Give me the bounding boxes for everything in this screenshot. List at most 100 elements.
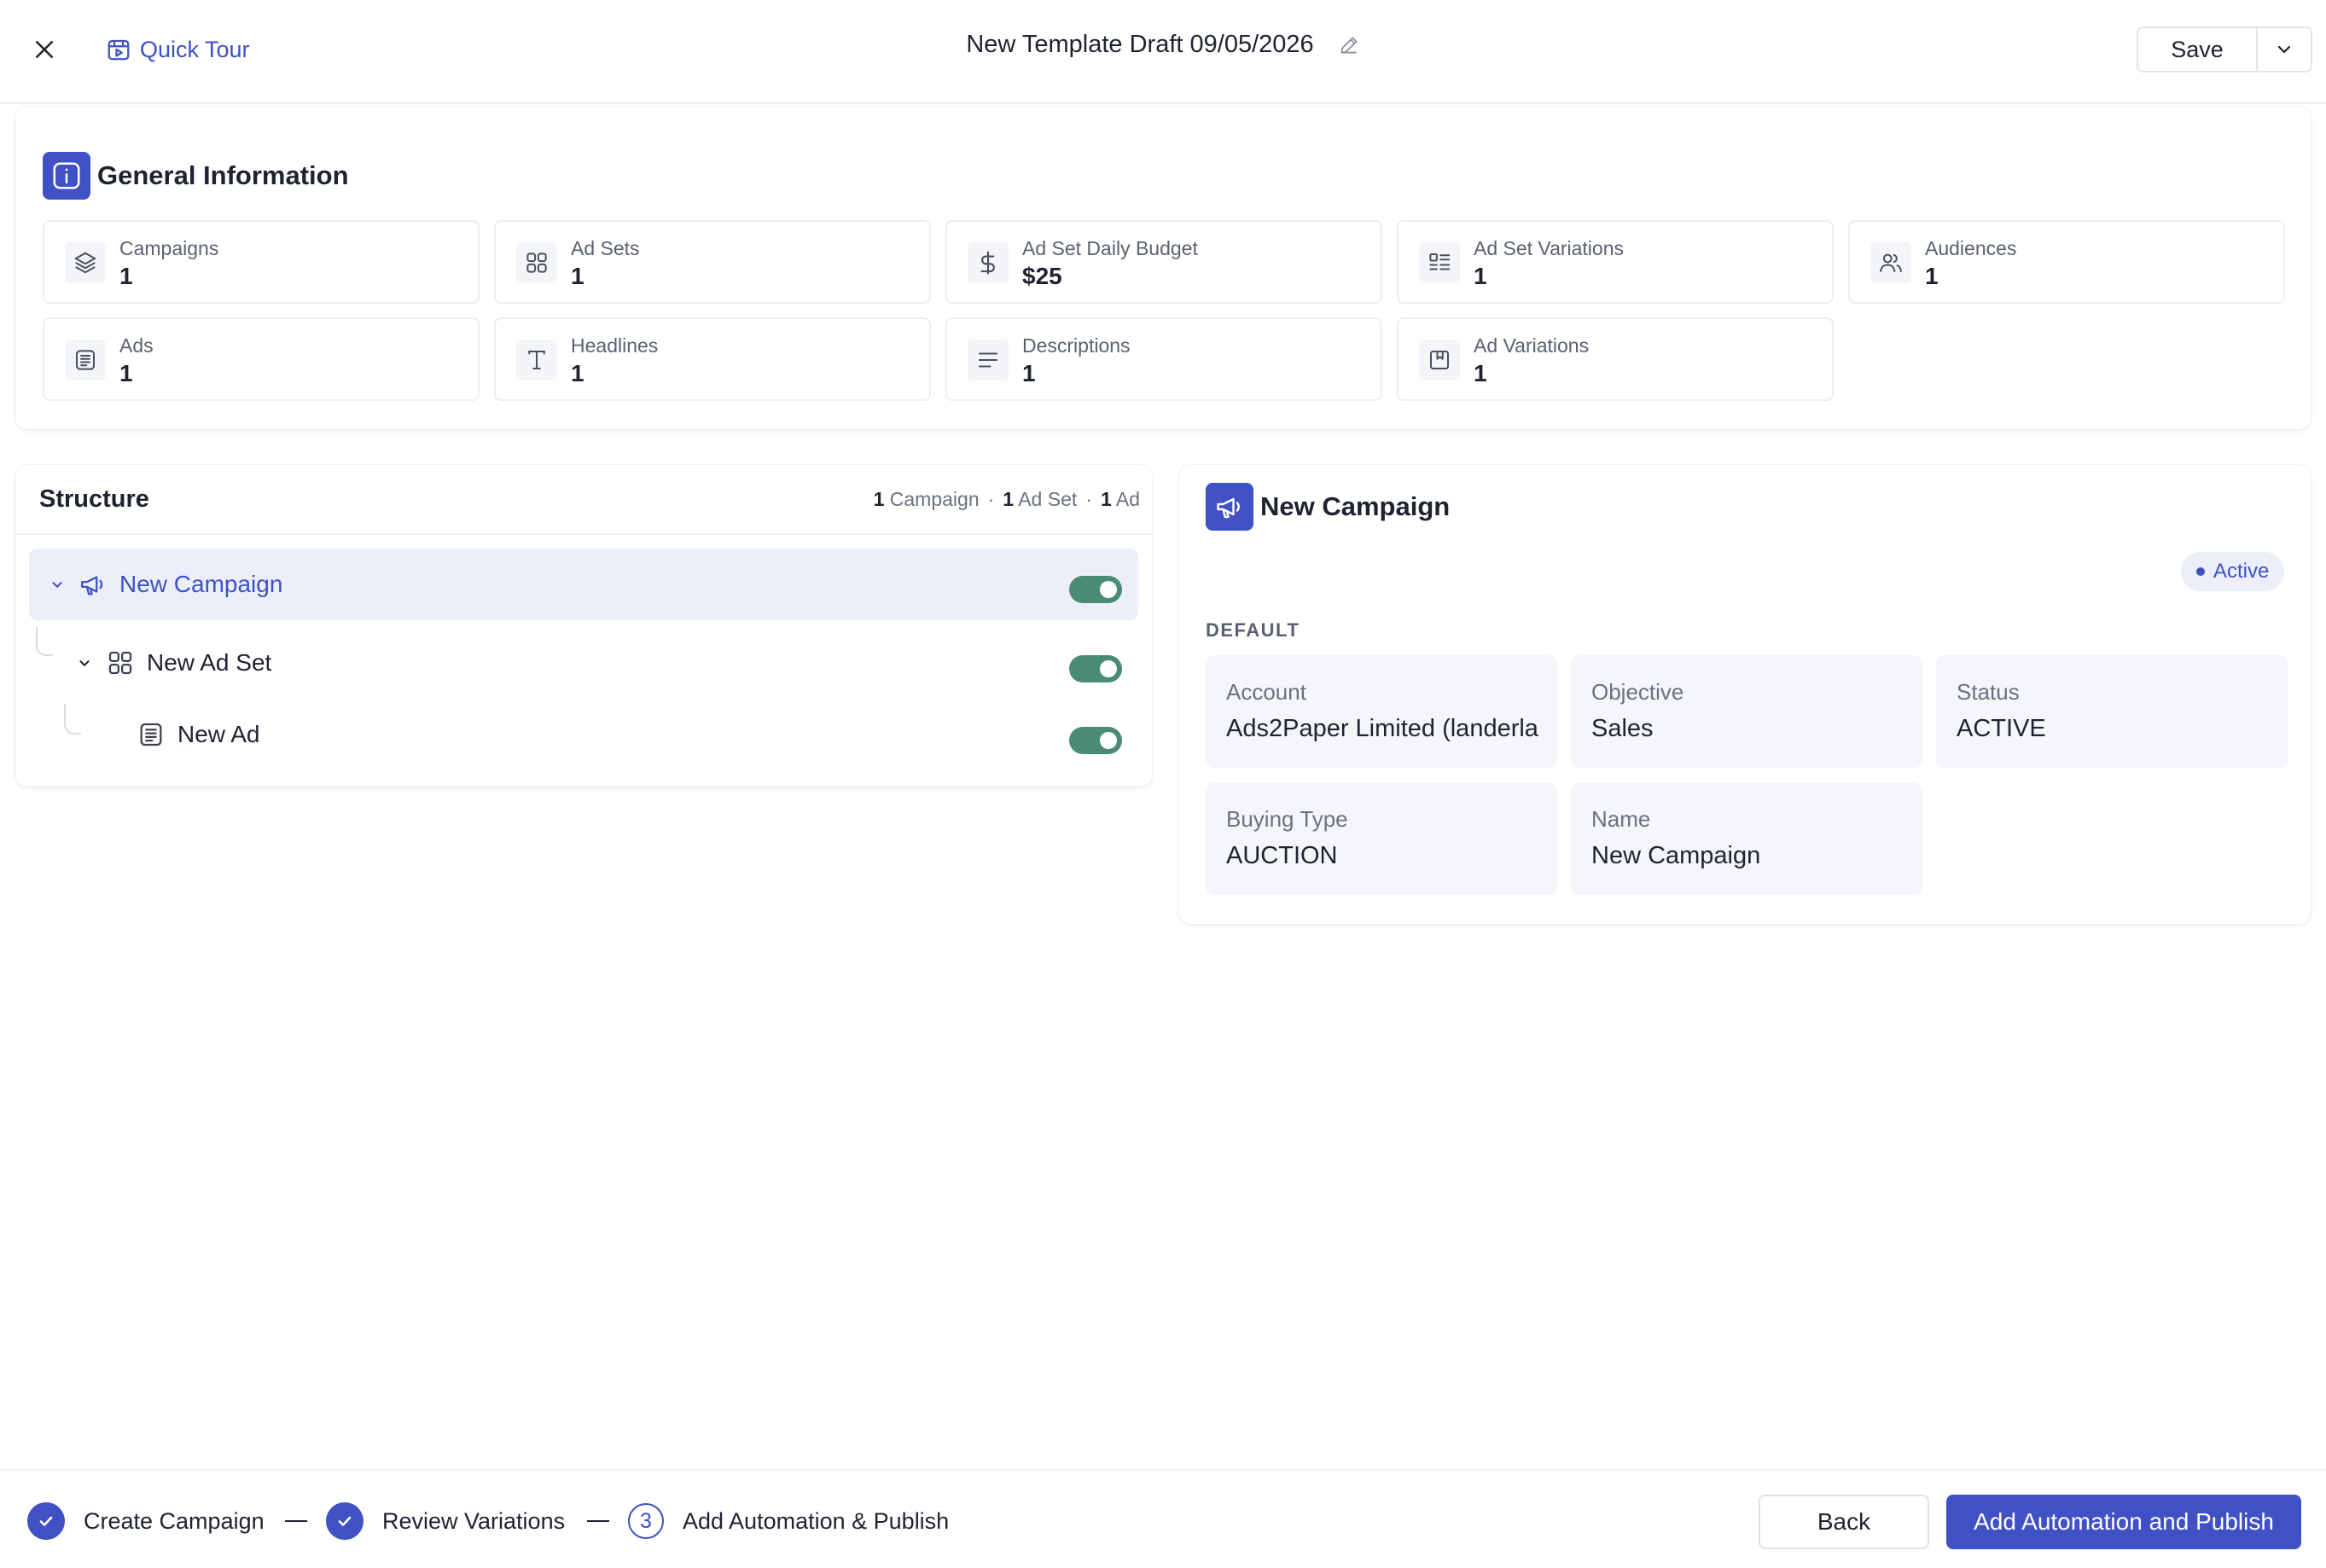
save-split-button: Save bbox=[2137, 26, 2312, 73]
campaign-tile bbox=[1206, 483, 1253, 531]
campaign-detail-header: New Campaign bbox=[1206, 483, 1450, 531]
field-value: Ads2Paper Limited (landerla bbox=[1226, 715, 1538, 742]
stat-descriptions: Descriptions 1 bbox=[945, 317, 1382, 401]
step-complete-badge bbox=[27, 1502, 65, 1540]
stat-value: 1 bbox=[1474, 360, 1487, 386]
tree-row-ad-set[interactable]: New Ad Set bbox=[75, 627, 1099, 699]
stat-icon-tile bbox=[1870, 242, 1911, 283]
ad-set-enabled-toggle[interactable] bbox=[1069, 655, 1122, 682]
step-label: Review Variations bbox=[382, 1507, 566, 1534]
field-buying-type: Buying Type AUCTION bbox=[1206, 782, 1557, 895]
field-value: ACTIVE bbox=[1957, 715, 2046, 742]
default-section-label: DEFAULT bbox=[1206, 619, 1300, 641]
stat-icon-tile bbox=[516, 340, 557, 380]
campaign-detail-title: New Campaign bbox=[1260, 491, 1451, 521]
edit-pencil-icon[interactable] bbox=[1338, 34, 1360, 56]
stat-label: Ad Set Daily Budget bbox=[1022, 237, 1198, 259]
stat-value: 1 bbox=[119, 263, 133, 289]
stat-ad-set-variations: Ad Set Variations 1 bbox=[1397, 220, 1834, 304]
field-label: Account bbox=[1226, 679, 1306, 705]
draft-title-area: New Template Draft 09/05/2026 bbox=[0, 31, 2326, 59]
field-label: Objective bbox=[1591, 679, 1684, 705]
step-label: Create Campaign bbox=[84, 1507, 265, 1534]
stat-icon-tile bbox=[1419, 242, 1460, 283]
field-objective: Objective Sales bbox=[1571, 655, 1922, 768]
bookmark-icon bbox=[1430, 351, 1449, 369]
field-label: Status bbox=[1957, 679, 2020, 705]
check-icon bbox=[338, 1516, 352, 1526]
chevron-down-icon[interactable] bbox=[48, 575, 67, 594]
stat-icon-tile bbox=[968, 242, 1009, 283]
stat-value: 1 bbox=[571, 360, 584, 386]
campaign-count-label: Campaign bbox=[889, 487, 980, 510]
grid-icon bbox=[526, 253, 547, 273]
structure-title: Structure bbox=[39, 485, 149, 513]
structure-summary: 1 Campaign · 1 Ad Set · 1 Ad bbox=[874, 488, 1140, 511]
save-options-button[interactable] bbox=[2258, 28, 2311, 71]
ad-enabled-toggle[interactable] bbox=[1069, 727, 1122, 754]
adset-count: 1 bbox=[1003, 487, 1015, 510]
structure-card: Structure 1 Campaign · 1 Ad Set · 1 Ad N… bbox=[15, 465, 1152, 787]
field-value: New Campaign bbox=[1591, 842, 1761, 869]
field-value: Sales bbox=[1591, 715, 1654, 742]
general-information-header: General Information bbox=[43, 152, 349, 200]
stat-icon-tile bbox=[968, 340, 1009, 380]
stat-label: Ad Sets bbox=[571, 237, 640, 259]
campaign-count: 1 bbox=[873, 487, 885, 510]
step-review-variations[interactable]: Review Variations bbox=[326, 1501, 565, 1541]
save-button[interactable]: Save bbox=[2138, 28, 2258, 71]
megaphone-icon bbox=[81, 576, 103, 595]
stat-icon-tile bbox=[1419, 340, 1460, 380]
campaign-enabled-toggle[interactable] bbox=[1069, 576, 1122, 603]
stat-value: 1 bbox=[1474, 263, 1487, 289]
step-connector bbox=[587, 1520, 609, 1522]
add-automation-publish-button[interactable]: Add Automation and Publish bbox=[1946, 1495, 2301, 1549]
step-add-automation-publish[interactable]: 3 Add Automation & Publish bbox=[628, 1501, 949, 1541]
stat-icon-tile bbox=[516, 242, 557, 283]
stat-ad-set-daily-budget: Ad Set Daily Budget $25 bbox=[945, 220, 1382, 304]
status-badge: Active bbox=[2181, 552, 2285, 591]
stat-audiences: Audiences 1 bbox=[1848, 220, 2285, 304]
stat-headlines: Headlines 1 bbox=[494, 317, 931, 401]
status-badge-label: Active bbox=[2213, 560, 2270, 583]
step-create-campaign[interactable]: Create Campaign bbox=[27, 1501, 265, 1541]
tree-row-label: New Campaign bbox=[119, 571, 283, 597]
ad-count-label: Ad bbox=[1115, 487, 1140, 510]
field-value: AUCTION bbox=[1226, 842, 1338, 869]
stat-label: Ads bbox=[119, 334, 154, 357]
summary-separator: · bbox=[1085, 487, 1092, 510]
step-label: Add Automation & Publish bbox=[683, 1507, 950, 1534]
stat-value: 1 bbox=[1925, 263, 1939, 289]
stat-icon-tile bbox=[65, 340, 106, 380]
stat-label: Headlines bbox=[571, 334, 659, 357]
stat-value: 1 bbox=[119, 360, 133, 386]
back-button[interactable]: Back bbox=[1759, 1495, 1929, 1549]
stat-label: Descriptions bbox=[1022, 334, 1131, 357]
field-name: Name New Campaign bbox=[1571, 782, 1922, 895]
tree-row-campaign[interactable]: New Campaign bbox=[29, 549, 1138, 620]
field-label: Name bbox=[1591, 806, 1651, 832]
step-connector bbox=[285, 1520, 307, 1522]
draft-title: New Template Draft 09/05/2026 bbox=[966, 31, 1314, 58]
stat-label: Audiences bbox=[1925, 237, 2017, 259]
tree-row-ad[interactable]: New Ad bbox=[137, 699, 1075, 770]
stat-label: Ad Set Variations bbox=[1474, 237, 1625, 259]
grid-icon bbox=[108, 651, 132, 675]
chevron-down-icon[interactable] bbox=[75, 653, 94, 672]
status-dot bbox=[2196, 567, 2205, 576]
dollar-icon bbox=[980, 251, 995, 275]
tree-row-label: New Ad Set bbox=[147, 649, 272, 676]
field-status: Status ACTIVE bbox=[1936, 655, 2288, 768]
tree-row-label: New Ad bbox=[177, 721, 260, 747]
text-icon bbox=[528, 351, 545, 369]
stat-value: $25 bbox=[1022, 263, 1062, 289]
stat-ad-variations: Ad Variations 1 bbox=[1397, 317, 1834, 401]
adset-count-label: Ad Set bbox=[1018, 487, 1078, 510]
top-bar: Quick Tour New Template Draft 09/05/2026… bbox=[0, 0, 2326, 104]
list-icon bbox=[1429, 253, 1451, 270]
stat-campaigns: Campaigns 1 bbox=[43, 220, 480, 304]
chevron-down-icon bbox=[2277, 45, 2291, 54]
stat-value: 1 bbox=[571, 263, 584, 289]
field-label: Buying Type bbox=[1226, 806, 1348, 832]
stat-label: Campaigns bbox=[119, 237, 219, 259]
